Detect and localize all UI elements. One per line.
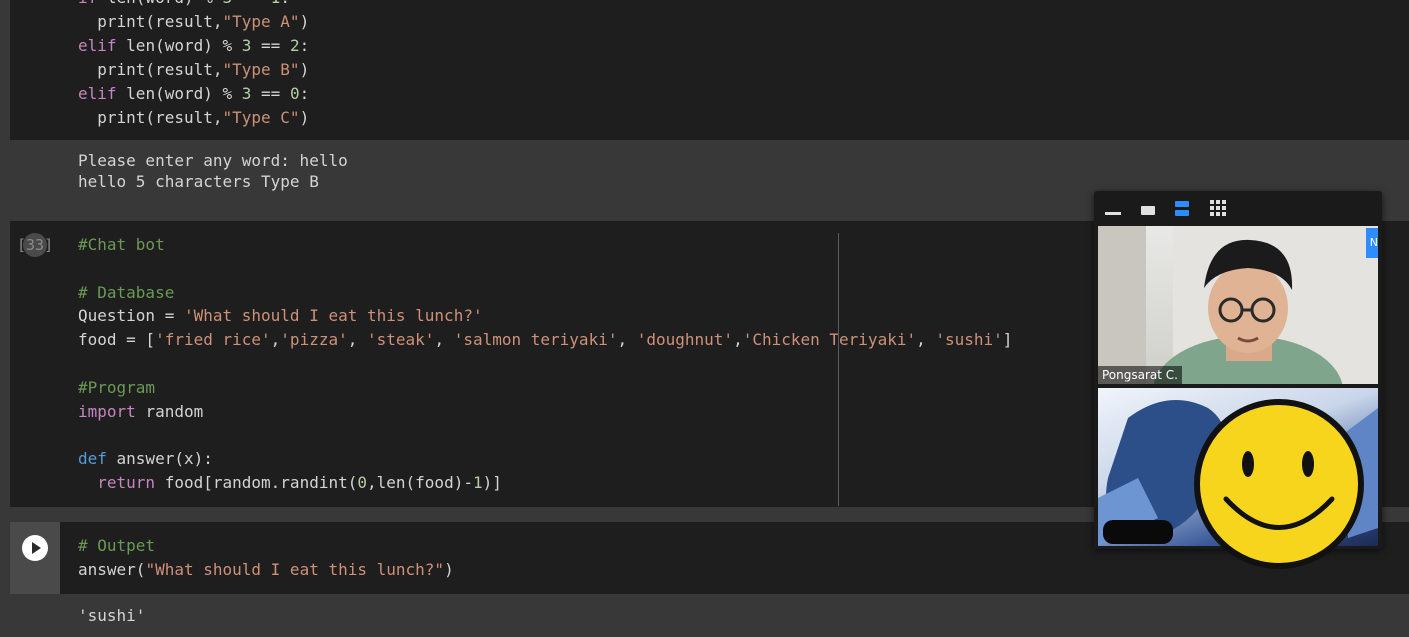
code-token: ): [299, 60, 310, 79]
code-token: 'Chicken Teriyaki': [742, 330, 917, 350]
code-line: import random: [78, 400, 203, 423]
code-token: # Database: [78, 282, 175, 302]
code-token: 3: [241, 36, 252, 55]
code-token: 'salmon teriyaki': [453, 330, 618, 350]
code-token: random: [145, 401, 204, 421]
participant-video[interactable]: [1098, 226, 1378, 384]
code-token: ): [299, 108, 310, 127]
code-token: ==: [251, 84, 290, 103]
code-token: ,: [733, 330, 743, 350]
code-token: Question =: [78, 306, 184, 326]
code-token: import: [78, 401, 146, 421]
code-token: 2: [289, 36, 300, 55]
code-token: 1: [271, 0, 281, 7]
code-line: if len(word) % 3 == 1:: [78, 0, 290, 9]
code-token: ]: [1002, 330, 1013, 350]
code-line: # Database: [78, 281, 174, 304]
code-token: ): [299, 12, 310, 31]
code-token: answer(: [78, 560, 146, 579]
speaker-view-icon[interactable]: [1140, 199, 1156, 219]
code-line: elif len(word) % 3 == 2:: [78, 34, 309, 57]
code-token: 'doughnut': [636, 330, 734, 350]
code-token: len(word) %: [107, 0, 223, 7]
ruler-line: [838, 233, 839, 506]
gallery-view-icon[interactable]: [1209, 199, 1227, 219]
code-token: ,: [916, 330, 936, 350]
code-token: 'sushi': [935, 330, 1003, 350]
code-token: print(result,: [78, 60, 223, 79]
code-token: ): [444, 560, 454, 579]
notification-tab[interactable]: N: [1366, 228, 1378, 258]
side-by-side-view-icon[interactable]: [1174, 199, 1190, 219]
code-line: food = ['fried rice','pizza', 'steak', '…: [78, 328, 1012, 351]
code-token: :: [299, 36, 310, 55]
code-token: ==: [232, 0, 271, 7]
code-line: #Program: [78, 376, 155, 399]
run-cell-button[interactable]: [22, 535, 48, 561]
code-token: "Type B": [222, 60, 300, 79]
code-token: elif: [78, 36, 127, 55]
code-token: 'What should I eat this lunch?': [183, 306, 483, 326]
code-token: 'steak': [367, 330, 435, 350]
code-token: 3: [241, 84, 252, 103]
code-token: ,: [270, 330, 281, 350]
code-token: 3: [223, 0, 233, 7]
code-token: len(word) %: [126, 36, 242, 55]
code-line: elif len(word) % 3 == 0:: [78, 82, 309, 105]
code-line: print(result,"Type B"): [78, 58, 309, 81]
code-token: ==: [251, 36, 290, 55]
code-token: "Type A": [222, 12, 300, 31]
smiley-face-icon: [1194, 399, 1364, 569]
code-token: # Outpet: [78, 536, 156, 555]
code-token: if: [78, 0, 107, 7]
participant-name-label: Pongsarat C.: [1098, 366, 1182, 384]
code-line: print(result,"Type C"): [78, 106, 309, 129]
code-token: 0: [357, 473, 367, 492]
code-token: print(result,: [78, 12, 223, 31]
code-token: 0: [289, 84, 300, 103]
code-token: "Type C": [222, 108, 300, 127]
code-token: ,: [617, 330, 637, 350]
code-token: print(result,: [78, 108, 223, 127]
code-token: ,: [347, 330, 367, 350]
code-line: #Chat bot: [78, 233, 165, 256]
code-line: Question = 'What should I eat this lunch…: [78, 304, 483, 327]
code-token: :: [280, 0, 290, 7]
code-cell-type-check[interactable]: if len(word) % 3 == 1: print(result,"Typ…: [10, 0, 1409, 140]
code-token: len(word) %: [126, 84, 242, 103]
output-line: Please enter any word: hello: [78, 151, 348, 170]
participant-photo: [1098, 226, 1378, 384]
code-token: #Chat bot: [78, 235, 165, 254]
code-token: answer(x):: [116, 449, 213, 469]
minimize-icon[interactable]: [1104, 199, 1122, 219]
code-token: #Program: [78, 377, 156, 397]
code-token: "What should I eat this lunch?": [145, 560, 445, 579]
result-text: 'sushi': [78, 606, 146, 625]
code-line: answer("What should I eat this lunch?"): [78, 558, 454, 581]
output-line: hello 5 characters Type B: [78, 172, 319, 191]
code-line: return food[random.randint(0,len(food)-1…: [78, 471, 502, 494]
code-token: )]: [482, 473, 502, 492]
code-token: return: [78, 473, 165, 492]
code-token: :: [299, 84, 310, 103]
code-token: elif: [78, 84, 127, 103]
execution-count-number: 33: [26, 236, 45, 254]
code-token: 1: [472, 473, 483, 492]
code-token: food = [: [78, 330, 156, 350]
code-line: # Outpet: [78, 534, 155, 557]
execution-count[interactable]: [33]: [17, 233, 55, 257]
code-token: 'pizza': [280, 330, 348, 350]
code-token: 'fried rice': [155, 330, 271, 350]
code-token: def: [78, 449, 117, 469]
code-token: ,: [434, 330, 454, 350]
code-token: ,len(food)-: [367, 473, 473, 492]
cell-output-result: 'sushi': [10, 594, 1409, 637]
code-token: food[random.randint(: [164, 473, 358, 492]
code-line: print(result,"Type A"): [78, 10, 309, 33]
code-line: def answer(x):: [78, 447, 213, 470]
